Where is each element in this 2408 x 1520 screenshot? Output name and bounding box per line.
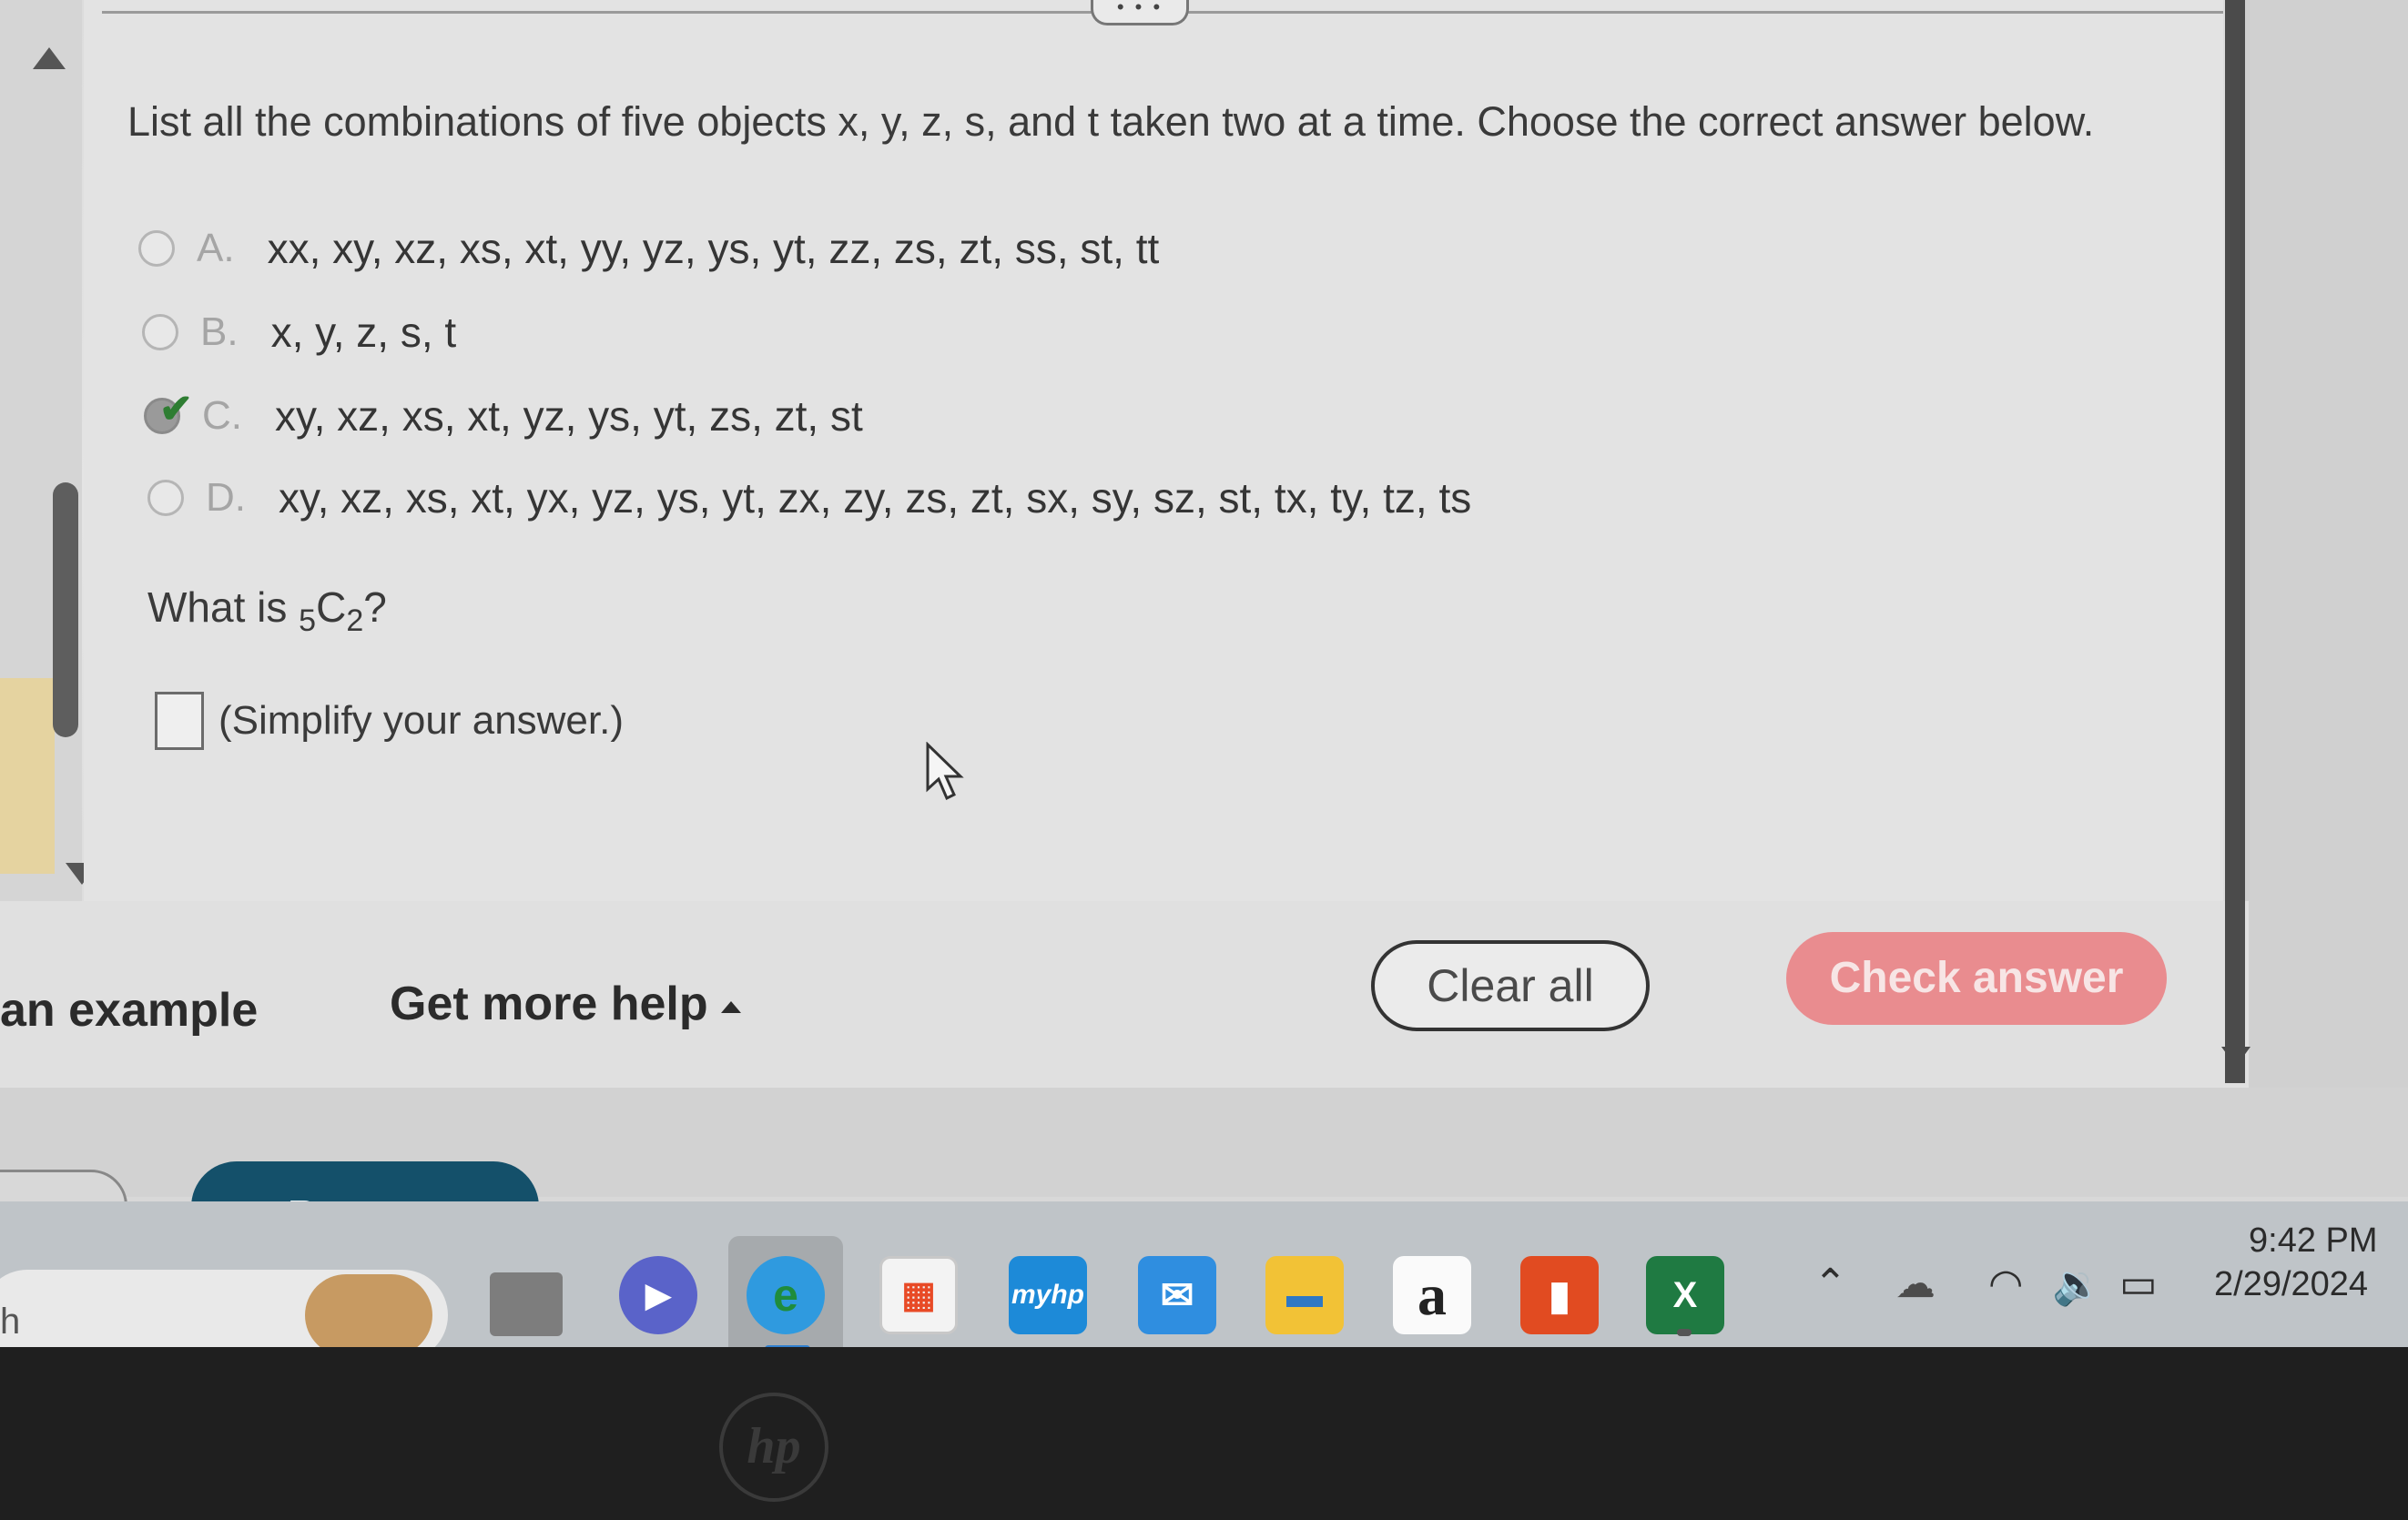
example-link[interactable]: an example — [0, 983, 258, 1038]
followup-suffix: ? — [363, 583, 387, 631]
monitor-bezel — [0, 1347, 2408, 1520]
radio-button[interactable] — [138, 230, 175, 267]
answer-hint: (Simplify your answer.) — [218, 698, 625, 743]
teams-icon[interactable]: ▶ — [619, 1256, 697, 1334]
radio-button-selected[interactable]: ✔ — [144, 387, 193, 434]
option-b[interactable]: B. x, y, z, s, t — [142, 308, 456, 357]
followup-subscript-n: 5 — [299, 603, 317, 639]
followup-letter: C — [316, 583, 347, 631]
store-icon[interactable]: ▦ — [879, 1256, 958, 1334]
scroll-up-arrow-icon[interactable] — [33, 47, 66, 69]
scrollbar-thumb[interactable] — [53, 482, 78, 737]
task-view-icon[interactable] — [490, 1272, 563, 1336]
panel-resize-handle[interactable]: • • • — [1091, 0, 1189, 25]
option-text: xy, xz, xs, xt, yx, yz, ys, yt, zx, zy, … — [279, 474, 1472, 522]
question-prompt: List all the combinations of five object… — [127, 98, 2095, 145]
office-icon[interactable]: ▮ — [1520, 1256, 1599, 1334]
myhp-icon[interactable]: myhp — [1009, 1256, 1087, 1334]
clear-all-button[interactable]: Clear all — [1371, 940, 1650, 1031]
option-letter: B. — [200, 309, 239, 354]
running-indicator — [1677, 1329, 1692, 1336]
cloud-icon[interactable]: ☁ — [1895, 1261, 1936, 1307]
clock-date[interactable]: 2/29/2024 — [2214, 1265, 2368, 1304]
mouse-cursor-icon — [926, 742, 964, 801]
followup-question: What is 5C2? — [147, 583, 387, 639]
file-explorer-icon[interactable]: ▬ — [1265, 1256, 1344, 1334]
option-letter: C. — [202, 393, 242, 438]
background-window — [2245, 0, 2408, 1183]
checkmark-icon: ✔ — [159, 387, 193, 431]
scroll-down-arrow-icon[interactable] — [2221, 1047, 2251, 1067]
clock-time[interactable]: 9:42 PM — [2249, 1221, 2378, 1261]
hp-logo: hp — [719, 1393, 828, 1502]
radio-button[interactable] — [147, 480, 184, 516]
check-answer-button[interactable]: Check answer — [1786, 932, 2167, 1025]
edge-icon[interactable]: e — [747, 1256, 825, 1334]
amazon-icon[interactable]: a — [1393, 1256, 1471, 1334]
option-letter: D. — [206, 475, 246, 520]
search-highlight-image — [305, 1274, 432, 1356]
window-right-edge — [2225, 0, 2245, 1083]
get-more-help-link[interactable]: Get more help — [390, 977, 741, 1031]
option-text: xy, xz, xs, xt, yz, ys, yt, zs, zt, st — [275, 392, 863, 440]
answer-row: (Simplify your answer.) — [155, 692, 624, 750]
get-more-help-label: Get more help — [390, 978, 708, 1030]
followup-prefix: What is — [147, 583, 300, 631]
volume-icon[interactable]: 🔉 — [2052, 1261, 2102, 1308]
option-a[interactable]: A. xx, xy, xz, xs, xt, yy, yz, ys, yt, z… — [138, 224, 1159, 273]
mail-icon[interactable]: ✉ — [1138, 1256, 1216, 1334]
option-d[interactable]: D. xy, xz, xs, xt, yx, yz, ys, yt, zx, z… — [147, 473, 1471, 522]
option-c[interactable]: ✔ C. xy, xz, xs, xt, yz, ys, yt, zs, zt,… — [144, 387, 863, 441]
option-letter: A. — [197, 226, 235, 270]
radio-button[interactable] — [142, 314, 178, 350]
chevron-up-icon[interactable]: ⌃ — [1814, 1261, 1847, 1307]
search-text: h — [0, 1302, 21, 1342]
answer-input[interactable] — [155, 692, 204, 750]
side-panel-strip — [0, 678, 55, 874]
option-text: x, y, z, s, t — [270, 309, 457, 356]
question-panel: • • • List all the combinations of five … — [84, 0, 2223, 901]
followup-subscript-r: 2 — [346, 603, 364, 639]
option-text: xx, xy, xz, xs, xt, yy, yz, ys, yt, zz, … — [267, 225, 1160, 272]
battery-icon[interactable]: ▭ — [2119, 1261, 2158, 1307]
caret-up-icon — [720, 1000, 741, 1013]
wifi-icon[interactable]: ◠ — [1988, 1261, 2023, 1307]
excel-icon[interactable]: X — [1646, 1256, 1724, 1334]
